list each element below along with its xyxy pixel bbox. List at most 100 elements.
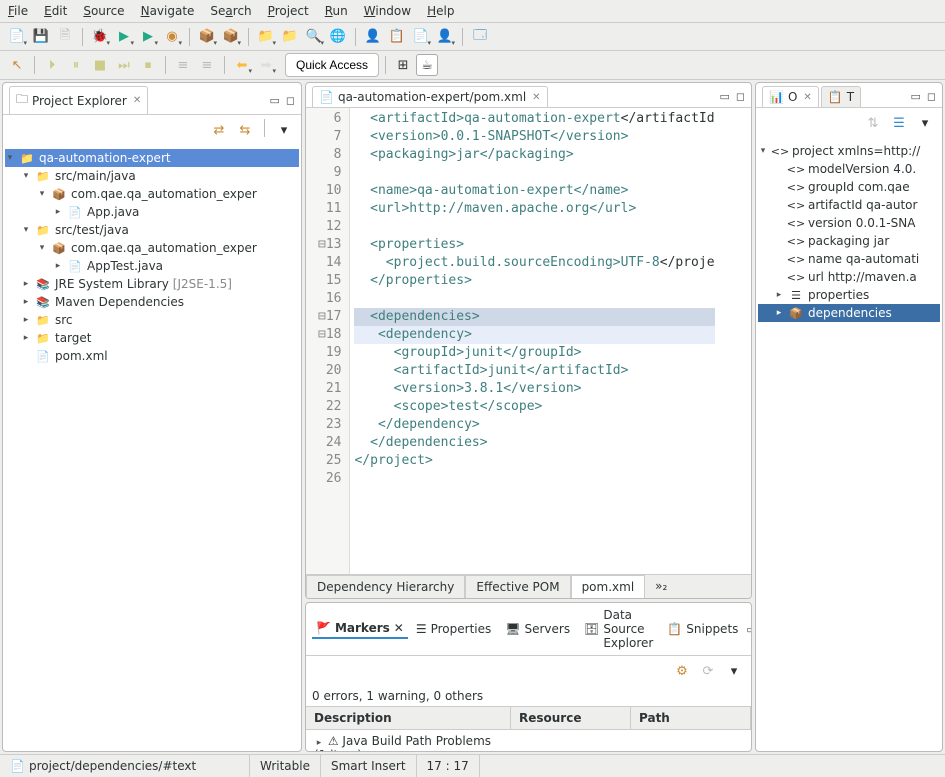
src-folder[interactable]: ▸📁src	[5, 311, 299, 329]
sort-icon[interactable]: ⇅	[862, 112, 884, 134]
outline-item[interactable]: <>name qa-automati	[758, 250, 940, 268]
run-last-button[interactable]: ▶	[137, 26, 159, 48]
menu-run[interactable]: Run	[325, 4, 348, 18]
more-tabs[interactable]: »₂	[645, 575, 677, 598]
outline-item[interactable]: <>url http://maven.a	[758, 268, 940, 286]
step-return-icon[interactable]: ■	[89, 54, 111, 76]
data-source-tab[interactable]: 🗄Data Source Explorer	[578, 606, 659, 652]
step-into-icon[interactable]: ⏸	[65, 54, 87, 76]
minimize-icon[interactable]: ▭	[269, 94, 279, 107]
menu-help[interactable]: Help	[427, 4, 454, 18]
code-editor[interactable]: 6789101112⊟13141516⊟17⊟18192021222324252…	[306, 108, 751, 574]
save-all-button[interactable]: 🗎	[54, 26, 76, 48]
col-resource[interactable]: Resource	[511, 707, 631, 729]
minimize-icon[interactable]: ▭	[910, 90, 920, 103]
tab-effective-pom[interactable]: Effective POM	[465, 575, 570, 598]
outline-item[interactable]: <>modelVersion 4.0.	[758, 160, 940, 178]
search-button[interactable]: 🔍	[303, 26, 325, 48]
properties-tab[interactable]: ☰Properties	[410, 620, 497, 638]
file-apptest-java[interactable]: ▸📄AppTest.java	[5, 257, 299, 275]
status-insert-mode[interactable]: Smart Insert	[321, 755, 417, 777]
collapse-all-icon[interactable]: ⇄	[208, 119, 230, 141]
menu-search[interactable]: Search	[210, 4, 251, 18]
tab-dependency-hierarchy[interactable]: Dependency Hierarchy	[306, 575, 465, 598]
view-menu-icon[interactable]: ▾	[914, 112, 936, 134]
target-folder[interactable]: ▸📁target	[5, 329, 299, 347]
maximize-icon[interactable]: ◻	[286, 94, 295, 107]
snippets-tab[interactable]: 📋Snippets	[661, 620, 744, 638]
step-over-icon[interactable]: ⏵	[41, 54, 63, 76]
outline-item[interactable]: <>artifactId qa-autor	[758, 196, 940, 214]
outline-item[interactable]: <>packaging jar	[758, 232, 940, 250]
tab-pom-xml[interactable]: pom.xml	[571, 575, 646, 598]
new-package-button[interactable]: 📦	[220, 26, 242, 48]
outline-properties[interactable]: ▸☰properties	[758, 286, 940, 304]
forward-nav[interactable]: 📋	[386, 26, 408, 48]
maximize-icon[interactable]: ◻	[927, 90, 936, 103]
status-writable[interactable]: Writable	[250, 755, 321, 777]
refresh-icon[interactable]: ⟳	[697, 660, 719, 682]
debug-persp-button[interactable]: 👤	[362, 26, 384, 48]
menu-source[interactable]: Source	[83, 4, 124, 18]
menu-navigate[interactable]: Navigate	[141, 4, 195, 18]
minimize-icon[interactable]: ▭	[746, 623, 752, 636]
package-main[interactable]: ▾📦com.qae.qa_automation_exper	[5, 185, 299, 203]
resume-icon[interactable]: ⏭	[113, 54, 135, 76]
window-button[interactable]: 🗔	[469, 26, 491, 48]
outline-item[interactable]: <>version 0.0.1-SNA	[758, 214, 940, 232]
quick-access-button[interactable]: Quick Access	[285, 53, 379, 77]
nav-fwd-icon[interactable]: ➡	[255, 54, 277, 76]
filter-icon[interactable]: ⚙	[671, 660, 693, 682]
open-type-button[interactable]: 📁	[255, 26, 277, 48]
back-nav[interactable]: 📄	[410, 26, 432, 48]
new-button[interactable]: 📄	[6, 26, 28, 48]
close-icon[interactable]: ✕	[133, 95, 141, 106]
view-menu-icon[interactable]: ▾	[723, 660, 745, 682]
link-editor-icon[interactable]: ⇆	[234, 119, 256, 141]
nav-back-icon[interactable]: ⬅	[231, 54, 253, 76]
view-menu-icon[interactable]: ▾	[273, 119, 295, 141]
align-center-icon[interactable]: ≡	[196, 54, 218, 76]
perspective-open-icon[interactable]: ⊞	[392, 54, 414, 76]
minimize-icon[interactable]: ▭	[719, 90, 729, 103]
filter-icon[interactable]: ☰	[888, 112, 910, 134]
terminate-icon[interactable]: ⏹	[137, 54, 159, 76]
menu-window[interactable]: Window	[364, 4, 411, 18]
align-left-icon[interactable]: ≡	[172, 54, 194, 76]
project-explorer-tab[interactable]: 🗀 Project Explorer ✕	[9, 86, 148, 114]
coverage-button[interactable]: ◉	[161, 26, 183, 48]
menu-edit[interactable]: Edit	[44, 4, 67, 18]
servers-tab[interactable]: 🖥Servers	[499, 620, 576, 638]
save-button[interactable]: 💾	[30, 26, 52, 48]
project-root[interactable]: ▾📁qa-automation-expert	[5, 149, 299, 167]
menu-project[interactable]: Project	[268, 4, 309, 18]
pom-xml-file[interactable]: 📄pom.xml	[5, 347, 299, 365]
marker-row[interactable]: ▸ ⚠ Java Build Path Problems (1 item)	[306, 730, 751, 752]
col-path[interactable]: Path	[631, 707, 751, 729]
editor-tab[interactable]: 📄 qa-automation-expert/pom.xml ✕	[312, 86, 548, 107]
file-app-java[interactable]: ▸📄App.java	[5, 203, 299, 221]
outline-item[interactable]: <>groupId com.qae	[758, 178, 940, 196]
open-task-button[interactable]: 📁	[279, 26, 301, 48]
project-tree[interactable]: ▾📁qa-automation-expert ▾📁src/main/java ▾…	[3, 145, 301, 751]
new-java-button[interactable]: 📦	[196, 26, 218, 48]
maven-dependencies[interactable]: ▸📚Maven Dependencies	[5, 293, 299, 311]
menu-file[interactable]: File	[8, 4, 28, 18]
jre-library[interactable]: ▸📚JRE System Library [J2SE-1.5]	[5, 275, 299, 293]
maximize-icon[interactable]: ◻	[736, 90, 745, 103]
markers-table[interactable]: Description Resource Path ▸ ⚠ Java Build…	[306, 706, 751, 752]
col-description[interactable]: Description	[306, 707, 511, 729]
src-main-java[interactable]: ▾📁src/main/java	[5, 167, 299, 185]
toggle-button[interactable]: 🌐	[327, 26, 349, 48]
markers-tab[interactable]: 🚩Markers ✕	[312, 619, 408, 639]
outline-root[interactable]: ▾<>project xmlns=http://	[758, 142, 940, 160]
close-icon[interactable]: ✕	[532, 92, 540, 103]
src-test-java[interactable]: ▾📁src/test/java	[5, 221, 299, 239]
debug-button[interactable]: 🐞	[89, 26, 111, 48]
outline-tab[interactable]: 📊O ✕	[762, 86, 819, 107]
close-icon[interactable]: ✕	[803, 92, 811, 103]
close-icon[interactable]: ✕	[394, 621, 404, 635]
perspective-java-icon[interactable]: ☕	[416, 54, 438, 76]
outline-dependencies[interactable]: ▸📦dependencies	[758, 304, 940, 322]
package-test[interactable]: ▾📦com.qae.qa_automation_exper	[5, 239, 299, 257]
